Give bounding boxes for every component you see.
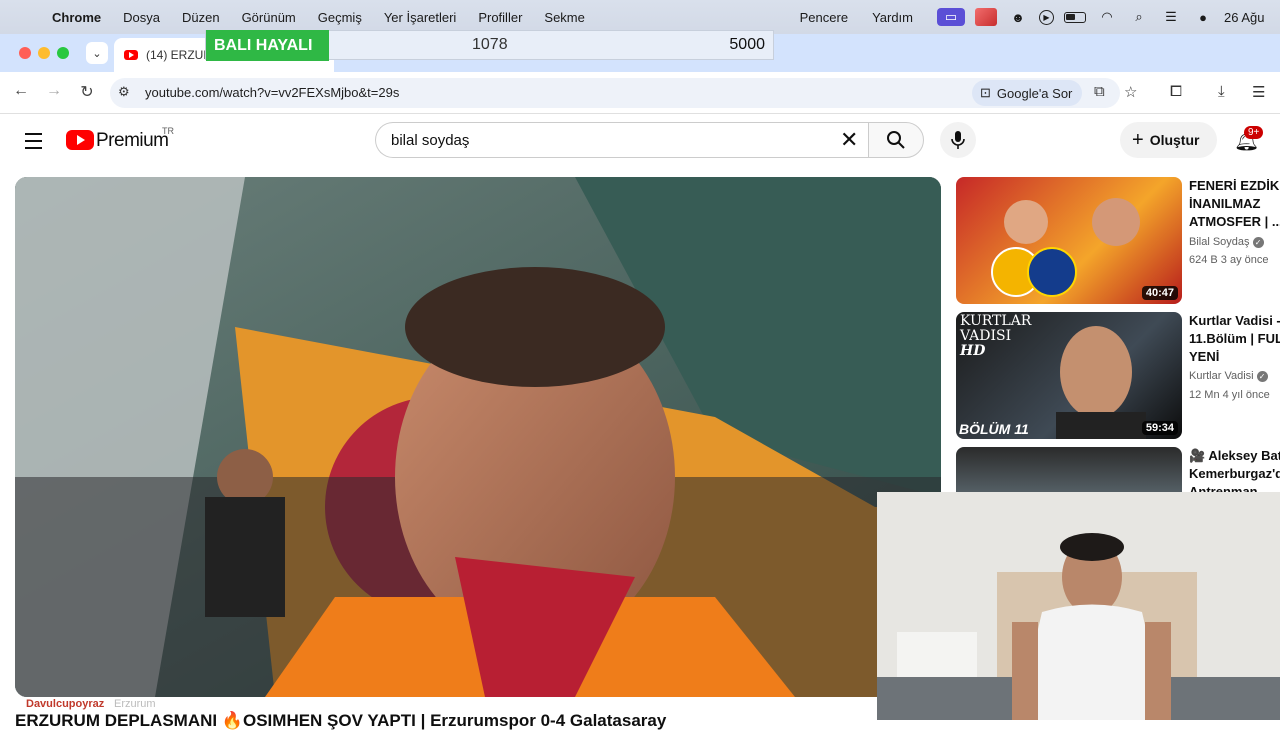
close-window-button[interactable] — [19, 47, 31, 59]
duration-badge: 40:47 — [1141, 286, 1178, 300]
menu-app-name[interactable]: Chrome — [52, 10, 101, 25]
rec-thumbnail-3[interactable] — [956, 447, 1182, 493]
rec-title-3-line2: Kemerburgaz'da — [1189, 466, 1280, 481]
create-label: Oluştur — [1149, 132, 1200, 148]
search-button[interactable] — [868, 122, 924, 158]
rec-channel-1-label: Bilal Soydaş — [1189, 236, 1250, 248]
menu-window[interactable]: Pencere — [800, 10, 848, 25]
app-tray-icon[interactable] — [975, 8, 997, 26]
menu-help[interactable]: Yardım — [872, 10, 913, 25]
reload-icon[interactable]: ↻ — [77, 82, 97, 102]
menu-profiles[interactable]: Profiller — [478, 10, 522, 25]
install-app-icon[interactable]: ⧉ — [1094, 83, 1105, 100]
notification-badge: 9+ — [1244, 126, 1264, 139]
control-center-icon[interactable]: ☰ — [1160, 8, 1182, 26]
location-watermark: Erzurum — [114, 698, 156, 710]
rec-title-1[interactable]: FENERİ EZDİK 🔥 İNANILMAZ ATMOSFER | ... — [1189, 177, 1280, 231]
rec-title-1-line1: FENERİ EZDİK 🔥 — [1189, 178, 1280, 193]
rec-thumbnail-1[interactable]: 40:47 — [956, 177, 1182, 304]
google-lens-icon: ⊡ — [980, 85, 991, 100]
menu-edit[interactable]: Düzen — [182, 10, 220, 25]
extensions-icon[interactable]: ⧠ — [1170, 83, 1182, 100]
bookmark-star-icon[interactable]: ☆ — [1124, 83, 1137, 101]
rec-title-2-line3: YENİ — [1189, 349, 1220, 364]
download-icon[interactable]: ⤓ — [1218, 83, 1225, 100]
tab-search-chevron-icon[interactable]: ⌄ — [86, 42, 108, 64]
menu-view[interactable]: Görünüm — [242, 10, 296, 25]
spotlight-search-icon[interactable]: ⌕ — [1128, 8, 1150, 26]
streamer-webcam-frame — [877, 492, 1280, 720]
goal-label: BALI HAYALI — [206, 30, 329, 61]
rec-channel-2-label: Kurtlar Vadisi — [1189, 370, 1254, 382]
video-title: ERZURUM DEPLASMANI 🔥OSIMHEN ŞOV YAPTI | … — [15, 711, 667, 730]
rec-channel-2[interactable]: Kurtlar Vadisi ✓ — [1189, 370, 1268, 382]
siri-icon[interactable]: ● — [1192, 8, 1214, 26]
url-text[interactable]: youtube.com/watch?v=vv2FEXsMjbo&t=29s — [145, 85, 399, 100]
verified-icon: ✓ — [1252, 237, 1264, 248]
rec-meta-1: 624 B 3 ay önce — [1189, 254, 1269, 266]
goal-current-value: 1078 — [472, 36, 508, 53]
youtube-premium-wordmark[interactable]: Premium — [96, 130, 169, 152]
minimize-window-button[interactable] — [38, 47, 50, 59]
search-query: bilal soydaş — [391, 131, 470, 149]
club-badges-icon — [991, 198, 1140, 297]
country-code: TR — [162, 126, 174, 136]
menubar-right: Pencere Yardım ▭ ☻ ▶ ◠ ⌕ ☰ ● 26 Ağu — [800, 0, 1280, 34]
wifi-icon[interactable]: ◠ — [1096, 8, 1118, 26]
search-icon — [887, 131, 905, 149]
tab-title: (14) ERZUR — [146, 48, 213, 62]
menu-bookmarks[interactable]: Yer İşaretleri — [384, 10, 457, 25]
actor-face-icon — [1056, 326, 1146, 439]
clear-search-icon[interactable]: ✕ — [840, 127, 858, 153]
video-frame — [15, 177, 941, 697]
site-info-icon[interactable]: ⚙ — [118, 84, 130, 100]
macos-menubar: Chrome Dosya Düzen Görünüm Geçmiş Yer İş… — [0, 0, 1280, 34]
youtube-logo-icon[interactable] — [66, 130, 94, 150]
thumb-episode-label: BÖLÜM 11 — [959, 421, 1029, 437]
webcam-overlay — [877, 492, 1280, 720]
goal-target-value: 5000 — [729, 36, 765, 53]
play-tray-icon[interactable]: ▶ — [1039, 9, 1054, 25]
search-input[interactable]: bilal soydaş — [375, 122, 869, 158]
rec-title-2-line1: Kurtlar Vadisi - — [1189, 313, 1280, 328]
microphone-icon — [951, 131, 965, 149]
plus-icon: + — [1132, 128, 1144, 151]
stream-goal-overlay: BALI HAYALI 1078 5000 — [205, 30, 774, 61]
back-arrow-icon[interactable]: ← — [11, 82, 31, 100]
channel-watermark: Davulcupoyraz — [26, 698, 105, 710]
rec-title-3[interactable]: 🎥 Aleksey Batr Kemerburgaz'da Antrenman.… — [1189, 447, 1280, 493]
rec-title-1-line3: ATMOSFER | ... — [1189, 214, 1280, 229]
rec-title-1-line2: İNANILMAZ — [1189, 196, 1261, 211]
extension-tray-icon[interactable]: ☻ — [1007, 8, 1029, 26]
menubar-clock[interactable]: 26 Ağu — [1224, 10, 1280, 25]
hamburger-menu-icon[interactable] — [25, 133, 42, 154]
create-button[interactable]: + Oluştur — [1120, 122, 1217, 158]
rec-thumbnail-2[interactable]: KURTLAR VADISI HD BÖLÜM 11 59:34 — [956, 312, 1182, 439]
menu-history[interactable]: Geçmiş — [318, 10, 362, 25]
youtube-favicon-icon — [124, 50, 138, 60]
forward-arrow-icon[interactable]: → — [44, 82, 64, 100]
reading-list-icon[interactable]: ☰ — [1252, 83, 1265, 101]
voice-search-button[interactable] — [940, 122, 976, 158]
duration-badge: 59:34 — [1141, 421, 1178, 435]
ask-google-label: Google'a Sor — [996, 85, 1073, 101]
rec-title-3-line1: 🎥 Aleksey Batr — [1189, 448, 1280, 463]
video-player[interactable] — [15, 177, 941, 697]
rec-title-2[interactable]: Kurtlar Vadisi - 11.Bölüm | FULL YENİ — [1189, 312, 1280, 366]
maximize-window-button[interactable] — [57, 47, 69, 59]
rec-meta-2: 12 Mn 4 yıl önce — [1189, 389, 1270, 401]
screen-share-icon[interactable]: ▭ — [937, 8, 965, 26]
ask-google-button[interactable]: ⊡ Google'a Sor — [972, 80, 1083, 106]
rec-title-2-line2: 11.Bölüm | FULL — [1189, 331, 1280, 346]
rec-channel-1[interactable]: Bilal Soydaş ✓ — [1189, 236, 1264, 248]
battery-icon[interactable] — [1064, 11, 1086, 23]
verified-icon: ✓ — [1256, 371, 1268, 382]
menu-tab[interactable]: Sekme — [544, 10, 584, 25]
menu-file[interactable]: Dosya — [123, 10, 160, 25]
